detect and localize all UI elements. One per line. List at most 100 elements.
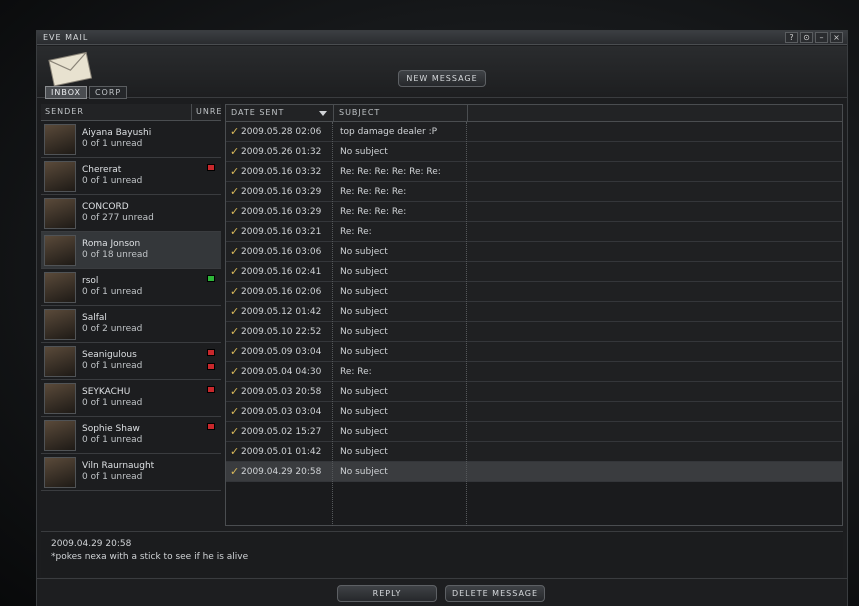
- message-date: 2009.04.29 20:58: [241, 467, 322, 477]
- sender-row[interactable]: Sophie Shaw 0 of 1 unread: [41, 417, 221, 454]
- sort-descending-icon: [319, 111, 327, 116]
- title-bar[interactable]: EVE MAIL ? ⊙ – ×: [37, 31, 847, 45]
- tab-inbox[interactable]: INBOX: [45, 86, 87, 99]
- read-check-icon: ✓: [230, 205, 240, 218]
- sender-row[interactable]: SEYKACHU 0 of 1 unread: [41, 380, 221, 417]
- window-title: EVE MAIL: [43, 33, 89, 42]
- new-message-button[interactable]: NEW MESSAGE: [398, 70, 486, 87]
- close-button[interactable]: ×: [830, 32, 843, 43]
- message-row[interactable]: ✓ 2009.05.16 03:06 No subject: [226, 242, 842, 262]
- read-check-icon: ✓: [230, 385, 240, 398]
- tab-corp[interactable]: CORP: [88, 86, 128, 99]
- message-row[interactable]: ✓ 2009.05.16 03:29 Re: Re: Re: Re:: [226, 202, 842, 222]
- sender-row[interactable]: Viln Raurnaught 0 of 1 unread: [41, 454, 221, 491]
- message-date: 2009.05.28 02:06: [241, 127, 322, 137]
- sender-name: Seanigulous: [82, 350, 137, 360]
- sender-name: Salfal: [82, 313, 107, 323]
- message-row[interactable]: ✓ 2009.05.26 01:32 No subject: [226, 142, 842, 162]
- unread-column-header[interactable]: UNREAD: [191, 104, 221, 120]
- message-date: 2009.05.04 04:30: [241, 367, 322, 377]
- sender-unread-count: 0 of 1 unread: [82, 472, 143, 482]
- message-subject: Re: Re: Re: Re: Re: Re:: [340, 167, 441, 177]
- sender-name: rsol: [82, 276, 99, 286]
- message-date: 2009.05.03 03:04: [241, 407, 322, 417]
- message-subject: No subject: [340, 287, 388, 297]
- message-date: 2009.05.12 01:42: [241, 307, 322, 317]
- avatar: [44, 272, 76, 303]
- column-divider: [467, 105, 468, 121]
- status-badge: [207, 275, 215, 282]
- message-date: 2009.05.16 02:06: [241, 287, 322, 297]
- message-date: 2009.05.16 02:41: [241, 267, 322, 277]
- message-subject: No subject: [340, 427, 388, 437]
- avatar: [44, 383, 76, 414]
- avatar: [44, 198, 76, 229]
- message-row[interactable]: ✓ 2009.05.03 03:04 No subject: [226, 402, 842, 422]
- subject-column-header[interactable]: SUBJECT: [333, 105, 467, 121]
- message-row[interactable]: ✓ 2009.05.10 22:52 No subject: [226, 322, 842, 342]
- minimize-button[interactable]: –: [815, 32, 828, 43]
- read-check-icon: ✓: [230, 145, 240, 158]
- sender-unread-count: 0 of 1 unread: [82, 361, 143, 371]
- message-subject: Re: Re: Re: Re:: [340, 207, 407, 217]
- message-row[interactable]: ✓ 2009.05.16 02:06 No subject: [226, 282, 842, 302]
- message-subject: No subject: [340, 347, 388, 357]
- message-row[interactable]: ✓ 2009.05.02 15:27 No subject: [226, 422, 842, 442]
- message-date: 2009.05.03 20:58: [241, 387, 322, 397]
- message-row[interactable]: ✓ 2009.05.12 01:42 No subject: [226, 302, 842, 322]
- read-check-icon: ✓: [230, 365, 240, 378]
- message-date: 2009.05.16 03:06: [241, 247, 322, 257]
- message-row[interactable]: ✓ 2009.05.09 03:04 No subject: [226, 342, 842, 362]
- sender-list: SENDER UNREAD Aiyana Bayushi0 of 1 unrea…: [41, 104, 221, 524]
- sender-row[interactable]: Roma Jonson 0 of 18 unread: [41, 232, 221, 269]
- sender-unread-count: 0 of 1 unread: [82, 435, 143, 445]
- message-row[interactable]: ✓ 2009.04.29 20:58 No subject: [226, 462, 842, 482]
- read-check-icon: ✓: [230, 465, 240, 478]
- status-badge: [207, 386, 215, 393]
- date-sent-column-header[interactable]: DATE SENT: [231, 105, 284, 121]
- message-date: 2009.05.16 03:21: [241, 227, 322, 237]
- options-button[interactable]: ⊙: [800, 32, 813, 43]
- delete-message-button[interactable]: DELETE MESSAGE: [445, 585, 545, 602]
- message-list: DATE SENT SUBJECT ✓ 2009.05.28 02:06 top d…: [225, 104, 843, 526]
- sender-name: Viln Raurnaught: [82, 461, 155, 471]
- sender-unread-count: 0 of 18 unread: [82, 250, 149, 260]
- message-row[interactable]: ✓ 2009.05.16 03:32 Re: Re: Re: Re: Re: Re:: [226, 162, 842, 182]
- sender-name: Aiyana Bayushi: [82, 128, 152, 138]
- read-check-icon: ✓: [230, 185, 240, 198]
- message-row[interactable]: ✓ 2009.05.16 03:29 Re: Re: Re: Re:: [226, 182, 842, 202]
- help-button[interactable]: ?: [785, 32, 798, 43]
- message-row[interactable]: ✓ 2009.05.04 04:30 Re: Re:: [226, 362, 842, 382]
- sender-name: CONCORD: [82, 202, 129, 212]
- message-subject: No subject: [340, 447, 388, 457]
- message-row[interactable]: ✓ 2009.05.03 20:58 No subject: [226, 382, 842, 402]
- sender-row[interactable]: CONCORD 0 of 277 unread: [41, 195, 221, 232]
- reply-button[interactable]: REPLY: [337, 585, 437, 602]
- sender-row[interactable]: Seanigulous 0 of 1 unread: [41, 343, 221, 380]
- message-row[interactable]: ✓ 2009.05.01 01:42 No subject: [226, 442, 842, 462]
- sender-row[interactable]: Salfal 0 of 2 unread: [41, 306, 221, 343]
- message-date: 2009.05.09 03:04: [241, 347, 322, 357]
- eve-mail-window: EVE MAIL ? ⊙ – × NEW MESSAGE INBOX CORP …: [36, 30, 848, 606]
- message-subject: No subject: [340, 387, 388, 397]
- message-row[interactable]: ✓ 2009.05.16 02:41 No subject: [226, 262, 842, 282]
- status-badge: [207, 349, 215, 356]
- message-subject: No subject: [340, 327, 388, 337]
- read-check-icon: ✓: [230, 345, 240, 358]
- message-date: 2009.05.16 03:29: [241, 207, 322, 217]
- message-date: 2009.05.10 22:52: [241, 327, 322, 337]
- sender-unread-count: 0 of 1 unread: [82, 398, 143, 408]
- sender-unread-count: 0 of 1 unread: [82, 139, 143, 149]
- message-subject: Re: Re: Re: Re:: [340, 187, 407, 197]
- message-row[interactable]: ✓ 2009.05.28 02:06 top damage dealer :P: [226, 122, 842, 142]
- read-check-icon: ✓: [230, 125, 240, 138]
- read-check-icon: ✓: [230, 225, 240, 238]
- avatar: [44, 124, 76, 155]
- sender-row[interactable]: Chererat 0 of 1 unread: [41, 158, 221, 195]
- sender-row[interactable]: rsol 0 of 1 unread: [41, 269, 221, 306]
- message-date: 2009.05.16 03:32: [241, 167, 322, 177]
- sender-column-header[interactable]: SENDER: [45, 104, 84, 120]
- message-date: 2009.05.02 15:27: [241, 427, 322, 437]
- sender-row[interactable]: Aiyana Bayushi 0 of 1 unread: [41, 121, 221, 158]
- message-row[interactable]: ✓ 2009.05.16 03:21 Re: Re:: [226, 222, 842, 242]
